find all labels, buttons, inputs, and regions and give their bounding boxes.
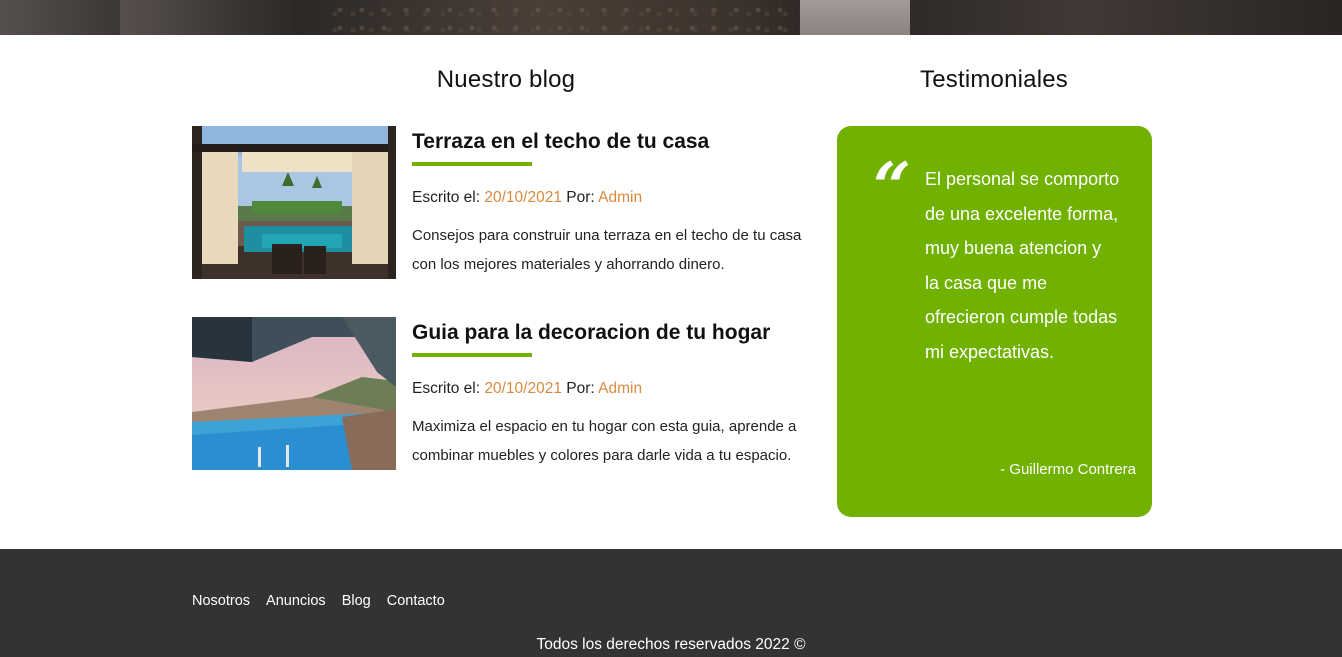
footer-link-blog[interactable]: Blog	[342, 593, 371, 609]
blog-entry-date: 20/10/2021	[484, 189, 562, 206]
testimonial-text: El personal se comporto de una excelente…	[925, 169, 1120, 362]
title-underline	[412, 353, 532, 357]
blog-entry-image-terrace[interactable]	[192, 126, 396, 279]
meta-by-label: Por:	[561, 380, 599, 397]
site-footer: Nosotros Anuncios Blog Contacto Todos lo…	[0, 549, 1342, 657]
meta-prefix: Escrito el:	[412, 189, 485, 206]
blog-entry: Terraza en el techo de tu casa Escrito e…	[192, 126, 822, 286]
footer-nav: Nosotros Anuncios Blog Contacto	[192, 593, 445, 609]
blog-section-title: Nuestro blog	[436, 66, 576, 93]
blog-entry-image-pool[interactable]	[192, 317, 396, 470]
blog-entry-title[interactable]: Terraza en el techo de tu casa	[412, 127, 822, 157]
blog-entry: Guia para la decoracion de tu hogar Escr…	[192, 317, 822, 477]
blog-entry-title[interactable]: Guia para la decoracion de tu hogar	[412, 318, 822, 348]
footer-link-nosotros[interactable]: Nosotros	[192, 593, 250, 609]
hero-banner-image	[0, 0, 1342, 35]
testimonial-author: - Guillermo Contrera	[1000, 461, 1136, 478]
blog-entry-excerpt: Consejos para construir una terraza en e…	[412, 227, 802, 273]
title-underline	[412, 162, 532, 166]
footer-link-contacto[interactable]: Contacto	[387, 593, 445, 609]
meta-prefix: Escrito el:	[412, 380, 485, 397]
testimonial-card: “ El personal se comporto de una excelen…	[837, 126, 1152, 517]
blog-entry-author-link[interactable]: Admin	[598, 380, 642, 397]
blog-entry-meta: Escrito el: 20/10/2021 Por: Admin	[412, 188, 822, 208]
copyright-text: Todos los derechos reservados 2022 ©	[536, 636, 806, 653]
blog-entry-date: 20/10/2021	[484, 380, 562, 397]
testimonials-section-title: Testimoniales	[920, 66, 1068, 93]
blog-entry-excerpt: Maximiza el espacio en tu hogar con esta…	[412, 418, 797, 464]
meta-by-label: Por:	[561, 189, 599, 206]
footer-link-anuncios[interactable]: Anuncios	[266, 593, 326, 609]
blog-entry-author-link[interactable]: Admin	[598, 189, 642, 206]
blog-entry-meta: Escrito el: 20/10/2021 Por: Admin	[412, 379, 822, 399]
quote-icon: “	[873, 148, 911, 226]
